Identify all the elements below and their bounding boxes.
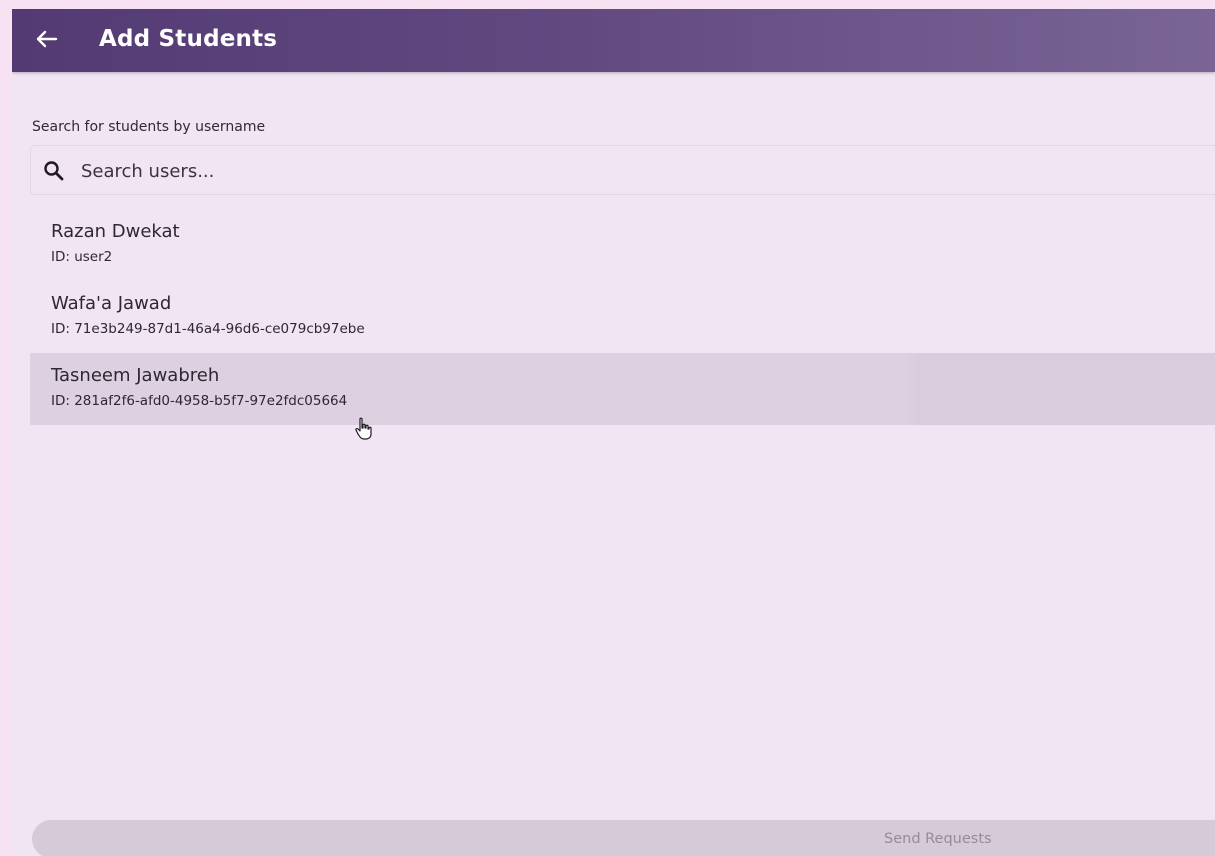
user-name: Razan Dwekat — [51, 221, 180, 242]
user-list: Razan Dwekat ID: user2 Wafa'a Jawad ID: … — [30, 209, 1215, 425]
search-field[interactable] — [30, 145, 1215, 195]
send-requests-label: Send Requests — [884, 831, 992, 847]
app-bar: Add Students — [12, 9, 1215, 72]
list-item[interactable]: Wafa'a Jawad ID: 71e3b249-87d1-46a4-96d6… — [30, 281, 1215, 353]
arrow-back-icon — [36, 30, 58, 48]
hand-pointer-icon — [355, 417, 372, 440]
list-item-selected[interactable]: Tasneem Jawabreh ID: 281af2f6-afd0-4958-… — [30, 353, 1215, 425]
user-name: Wafa'a Jawad — [51, 293, 172, 314]
back-button[interactable] — [30, 23, 62, 55]
send-requests-button[interactable]: Send Requests — [32, 820, 1215, 856]
user-id: ID: 281af2f6-afd0-4958-b5f7-97e2fdc05664 — [51, 393, 348, 409]
list-item[interactable]: Razan Dwekat ID: user2 — [30, 209, 1215, 281]
search-input[interactable] — [79, 154, 1183, 188]
user-id: ID: user2 — [51, 249, 113, 265]
page-title: Add Students — [99, 26, 278, 52]
user-id: ID: 71e3b249-87d1-46a4-96d6-ce079cb97ebe — [51, 321, 365, 337]
search-label: Search for students by username — [32, 119, 266, 135]
search-icon — [44, 161, 64, 181]
app-window: Add Students Search for students by user… — [12, 9, 1215, 856]
user-name: Tasneem Jawabreh — [51, 365, 220, 386]
